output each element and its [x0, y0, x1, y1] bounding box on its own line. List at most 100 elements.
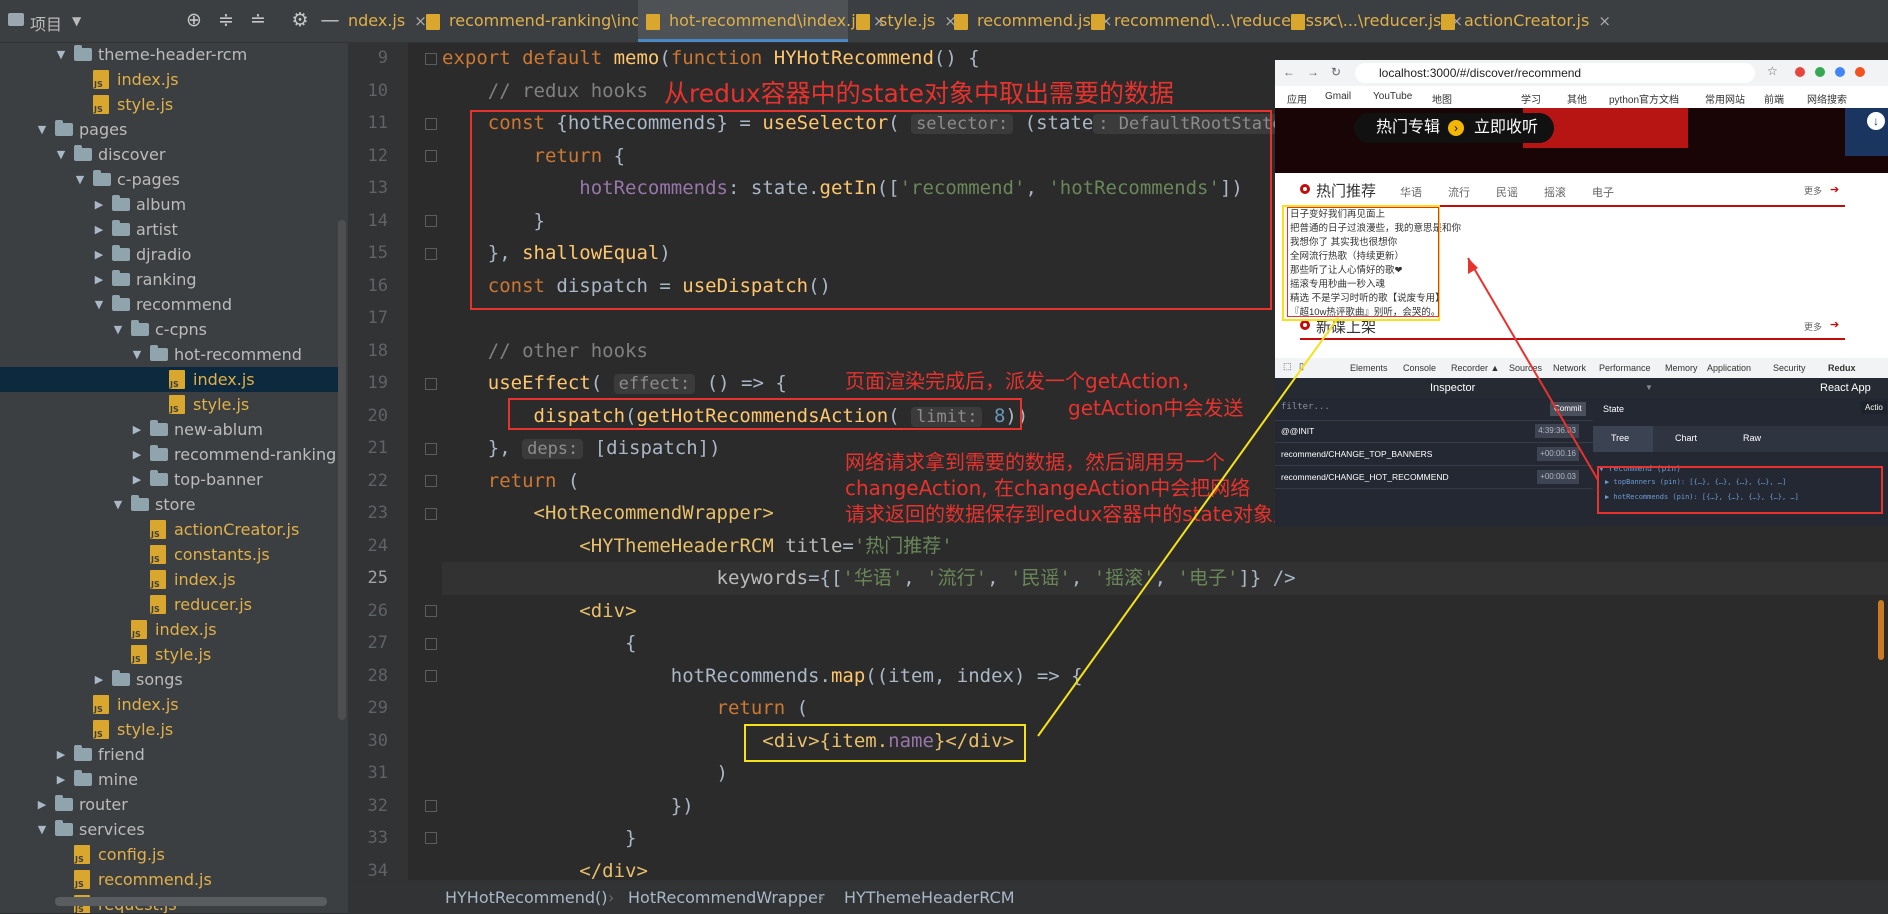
chevron-right-icon[interactable]: ▶ [92, 192, 106, 217]
editor-tab[interactable]: recommend.js × [946, 0, 1112, 42]
tree-file[interactable]: style.js [0, 392, 340, 417]
fold-marker[interactable] [425, 150, 437, 162]
address-bar[interactable]: localhost:3000/#/discover/recommend [1355, 63, 1755, 83]
tree-folder[interactable]: ▼ services [0, 817, 340, 842]
expand-all-icon[interactable]: ≑ [214, 9, 238, 31]
tree-file[interactable]: index.js [0, 692, 340, 717]
tree-folder[interactable]: ▼ c-pages [0, 167, 340, 192]
editor-tab[interactable]: actionCreator.js × [1433, 0, 1611, 42]
fold-marker[interactable] [425, 118, 437, 130]
tree-folder[interactable]: ▼ hot-recommend [0, 342, 340, 367]
fold-marker[interactable] [425, 670, 437, 682]
tree-folder[interactable]: ▶ new-ablum [0, 417, 340, 442]
chevron-down-icon[interactable]: ▼ [111, 317, 125, 342]
chevron-down-icon[interactable]: ▼ [72, 14, 81, 28]
project-title[interactable]: 项目 [30, 11, 62, 35]
fold-marker[interactable] [425, 508, 437, 520]
editor-tab[interactable]: recommend\...\reducer.js × [1083, 0, 1336, 42]
action-row[interactable]: @@INIT 4:39:36.03 [1275, 420, 1593, 443]
devtools-tab[interactable]: Network [1553, 363, 1586, 373]
keyword[interactable]: 民谣 [1496, 184, 1518, 200]
breadcrumb-item[interactable]: HYHotRecommend() [445, 881, 608, 914]
sidebar-horizontal-scrollbar[interactable] [55, 897, 327, 906]
fold-marker[interactable] [425, 832, 437, 844]
chevron-right-icon[interactable]: ▶ [92, 667, 106, 692]
keyword[interactable]: 电子 [1592, 184, 1614, 200]
hide-icon[interactable]: — [318, 9, 342, 31]
chevron-down-icon[interactable]: ▼ [73, 167, 87, 192]
keyword[interactable]: 流行 [1448, 184, 1470, 200]
locate-icon[interactable]: ⊕ [182, 9, 206, 31]
tree-folder[interactable]: ▶ top-banner [0, 467, 340, 492]
tree-folder[interactable]: ▼ store [0, 492, 340, 517]
bookmark[interactable]: Gmail [1325, 91, 1351, 102]
breadcrumb-item[interactable]: HotRecommendWrapper [628, 881, 824, 914]
extension-icon[interactable] [1795, 67, 1805, 77]
tree-folder[interactable]: ▼ recommend [0, 292, 340, 317]
tree-folder[interactable]: ▶ router [0, 792, 340, 817]
devtools-tab-redux[interactable]: Redux [1828, 363, 1856, 373]
collapse-all-icon[interactable]: ≐ [246, 9, 270, 31]
bookmark[interactable]: 地图 [1432, 91, 1452, 106]
tree-folder[interactable]: ▶ djradio [0, 242, 340, 267]
action-row[interactable]: recommend/CHANGE_TOP_BANNERS +00:00.16 [1275, 443, 1593, 466]
chevron-right-icon[interactable]: ▶ [92, 267, 106, 292]
tree-file[interactable]: index.js [0, 367, 340, 392]
back-icon[interactable]: ← [1283, 65, 1295, 79]
tree-file[interactable]: actionCreator.js [0, 517, 340, 542]
bookmark[interactable]: YouTube [1373, 91, 1412, 102]
chevron-right-icon[interactable]: ▶ [92, 217, 106, 242]
tree-file[interactable]: index.js [0, 567, 340, 592]
chevron-down-icon[interactable]: ▼ [54, 42, 68, 67]
tree-folder[interactable]: ▼ theme-header-rcm [0, 42, 340, 67]
tree-folder[interactable]: ▶ ranking [0, 267, 340, 292]
fold-marker[interactable] [425, 378, 437, 390]
bookmark[interactable]: 其他 [1567, 91, 1587, 106]
star-icon[interactable]: ☆ [1767, 64, 1778, 78]
album-banner[interactable]: 热门专辑 › 立即收听 ↓ [1275, 108, 1888, 173]
editor-tab[interactable]: style.js × [848, 0, 957, 42]
tree-file[interactable]: index.js [0, 67, 340, 92]
tree-file[interactable]: index.js [0, 617, 340, 642]
chevron-right-icon[interactable]: ▶ [54, 767, 68, 792]
keyword[interactable]: 摇滚 [1544, 184, 1566, 200]
bookmark[interactable]: 学习 [1521, 91, 1541, 106]
bookmark[interactable]: 应用 [1287, 91, 1307, 106]
devtools-tab[interactable]: Console [1403, 363, 1436, 373]
extension-icon[interactable] [1815, 67, 1825, 77]
chevron-right-icon[interactable]: ▶ [35, 792, 49, 817]
state-tab[interactable]: Tree [1611, 433, 1629, 443]
gear-icon[interactable]: ⚙ [288, 9, 312, 31]
editor-tab[interactable]: hot-recommend\index.js × [638, 0, 886, 42]
tree-file[interactable]: recommend.js [0, 867, 340, 892]
inspector-label[interactable]: Inspector [1430, 378, 1475, 398]
chevron-down-icon[interactable]: ▼ [54, 142, 68, 167]
chevron-right-icon[interactable]: ▶ [92, 242, 106, 267]
tree-folder[interactable]: ▶ friend [0, 742, 340, 767]
device-icon[interactable]: ▯ [1299, 361, 1304, 372]
tree-file[interactable]: config.js [0, 842, 340, 867]
tree-folder[interactable]: ▶ mine [0, 767, 340, 792]
chevron-right-icon[interactable]: ▶ [130, 467, 144, 492]
devtools-tab[interactable]: Performance [1599, 363, 1651, 373]
devtools-tab[interactable]: Application [1707, 363, 1751, 373]
chevron-down-icon[interactable]: ▼ [130, 342, 144, 367]
fold-marker[interactable] [425, 475, 437, 487]
tree-file[interactable]: style.js [0, 92, 340, 117]
tree-folder[interactable]: ▶ recommend-ranking [0, 442, 340, 467]
keyword[interactable]: 华语 [1400, 184, 1422, 200]
bookmark[interactable]: 常用网站 [1705, 91, 1745, 106]
tree-folder[interactable]: ▶ songs [0, 667, 340, 692]
fold-marker[interactable] [425, 248, 437, 260]
reload-icon[interactable]: ↻ [1331, 65, 1341, 79]
inspect-icon[interactable]: ⬚ [1283, 361, 1292, 372]
tree-folder[interactable]: ▶ album [0, 192, 340, 217]
extension-icon[interactable] [1855, 67, 1865, 77]
commit-button[interactable]: Commit [1550, 402, 1586, 416]
chevron-down-icon[interactable]: ▼ [35, 817, 49, 842]
sidebar-scrollbar[interactable] [338, 220, 346, 720]
editor-tab[interactable]: src\...\reducer.js × [1283, 0, 1463, 42]
fold-marker[interactable] [425, 53, 437, 65]
download-icon[interactable]: ↓ [1867, 112, 1885, 130]
devtools-tab[interactable]: Recorder ▲ [1451, 363, 1499, 373]
